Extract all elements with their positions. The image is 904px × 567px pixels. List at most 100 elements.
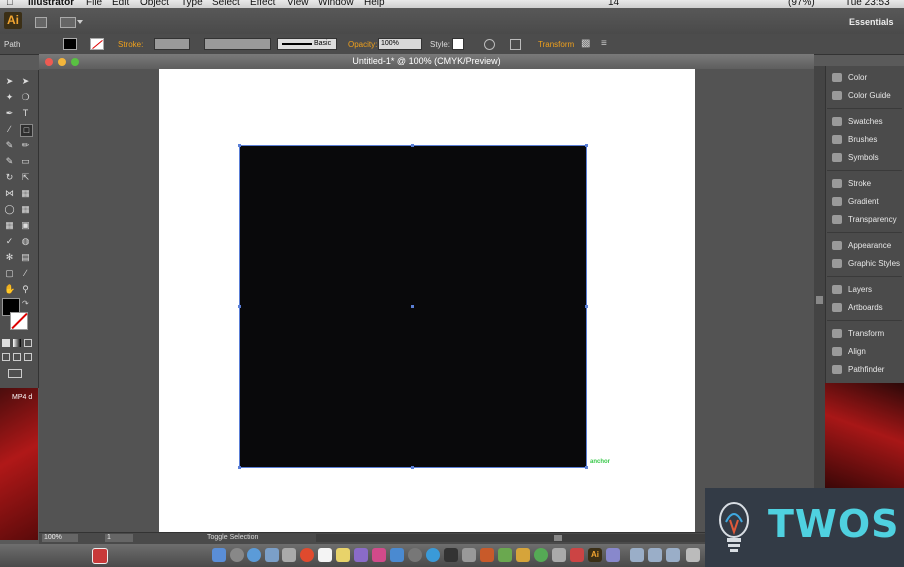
rotate-tool-icon[interactable]: ↻ bbox=[4, 172, 15, 183]
workspace-switcher[interactable]: Essentials bbox=[849, 17, 894, 27]
calendar-icon[interactable] bbox=[318, 548, 332, 562]
scale-tool-icon[interactable]: ⇱ bbox=[20, 172, 31, 183]
chrome-icon[interactable] bbox=[300, 548, 314, 562]
menu-window[interactable]: Window bbox=[318, 0, 354, 8]
align-to-icon[interactable] bbox=[510, 39, 521, 50]
zoom-level-field[interactable]: 100% bbox=[42, 534, 78, 542]
paintbrush-tool-icon[interactable]: ✎ bbox=[4, 140, 15, 151]
system-preferences-icon[interactable] bbox=[408, 548, 422, 562]
zoom-window-button[interactable] bbox=[71, 58, 79, 66]
menu-app-name[interactable]: Illustrator bbox=[28, 0, 74, 8]
graphic-style-swatch[interactable] bbox=[452, 38, 464, 50]
opacity-label[interactable]: Opacity: bbox=[348, 40, 377, 49]
photoshop-icon[interactable] bbox=[570, 548, 584, 562]
panel-transparency[interactable]: Transparency bbox=[832, 213, 897, 227]
lasso-tool-icon[interactable]: ❍ bbox=[20, 92, 31, 103]
stroke-color-box[interactable] bbox=[10, 312, 28, 330]
draw-behind-icon[interactable] bbox=[13, 353, 21, 361]
scrollbar-thumb[interactable] bbox=[816, 296, 823, 304]
artboard-number-field[interactable]: 1 bbox=[105, 534, 133, 542]
launchpad-icon[interactable] bbox=[230, 548, 244, 562]
blob-brush-tool-icon[interactable]: ✎ bbox=[4, 156, 15, 167]
brush-definition-field[interactable]: Basic bbox=[277, 38, 337, 50]
vertical-scrollbar[interactable] bbox=[814, 66, 825, 544]
menu-object[interactable]: Object bbox=[140, 0, 169, 8]
stroke-weight-field[interactable] bbox=[154, 38, 190, 50]
desktop-file-label[interactable]: MP4 d bbox=[12, 394, 32, 401]
panel-stroke[interactable]: Stroke bbox=[832, 177, 871, 191]
apple-menu-icon[interactable]:  bbox=[6, 0, 14, 8]
battery-status[interactable]: (97%) bbox=[788, 0, 815, 8]
column-graph-tool-icon[interactable]: ▤ bbox=[20, 252, 31, 263]
photos-icon[interactable] bbox=[498, 548, 512, 562]
panel-align[interactable]: Align bbox=[832, 345, 866, 359]
skype-icon[interactable] bbox=[426, 548, 440, 562]
stroke-label[interactable]: Stroke: bbox=[118, 40, 143, 49]
trash-icon[interactable] bbox=[686, 548, 700, 562]
slice-tool-icon[interactable]: ∕ bbox=[20, 268, 31, 279]
menu-options-icon[interactable]: ≡ bbox=[601, 38, 607, 49]
mesh-tool-icon[interactable]: ▦ bbox=[4, 220, 15, 231]
clock[interactable]: Tue 23:53 bbox=[845, 0, 890, 8]
isolate-selected-icon[interactable]: ▩ bbox=[581, 38, 590, 49]
panel-swatches[interactable]: Swatches bbox=[832, 115, 883, 129]
selection-handle[interactable] bbox=[585, 466, 588, 469]
close-window-button[interactable] bbox=[45, 58, 53, 66]
opacity-field[interactable]: 100% bbox=[378, 38, 422, 50]
itunes-icon[interactable] bbox=[354, 548, 368, 562]
menu-select[interactable]: Select bbox=[212, 0, 240, 8]
gradient-mode-icon[interactable] bbox=[13, 339, 21, 347]
safari-icon[interactable] bbox=[247, 548, 261, 562]
swap-fill-stroke-icon[interactable]: ↷ bbox=[22, 299, 29, 308]
panel-layers[interactable]: Layers bbox=[832, 283, 872, 297]
photo-booth-icon[interactable] bbox=[372, 548, 386, 562]
pdf-document-icon[interactable] bbox=[92, 548, 108, 564]
eraser-tool-icon[interactable]: ▭ bbox=[20, 156, 31, 167]
selection-handle[interactable] bbox=[411, 466, 414, 469]
facetime-icon[interactable] bbox=[534, 548, 548, 562]
recolor-artwork-icon[interactable] bbox=[484, 39, 495, 50]
notes-icon[interactable] bbox=[336, 548, 350, 562]
quill-icon[interactable] bbox=[606, 548, 620, 562]
downloads-folder-icon[interactable] bbox=[648, 548, 662, 562]
free-transform-tool-icon[interactable]: ▦ bbox=[20, 188, 31, 199]
arrange-documents-button[interactable] bbox=[60, 17, 76, 28]
minimize-window-button[interactable] bbox=[58, 58, 66, 66]
panel-pathfinder[interactable]: Pathfinder bbox=[832, 363, 884, 377]
documents-folder-icon[interactable] bbox=[630, 548, 644, 562]
stroke-swatch[interactable] bbox=[90, 38, 104, 50]
contacts-icon[interactable] bbox=[282, 548, 296, 562]
transform-link[interactable]: Transform bbox=[538, 40, 574, 49]
ibooks-icon[interactable] bbox=[516, 548, 530, 562]
panel-artboards[interactable]: Artboards bbox=[832, 301, 883, 315]
panel-symbols[interactable]: Symbols bbox=[832, 151, 879, 165]
draw-inside-icon[interactable] bbox=[24, 353, 32, 361]
line-tool-icon[interactable]: ∕ bbox=[4, 124, 15, 135]
selection-handle[interactable] bbox=[238, 144, 241, 147]
menu-view[interactable]: View bbox=[287, 0, 309, 8]
pencil-tool-icon[interactable]: ✏ bbox=[20, 140, 31, 151]
artboard-tool-icon[interactable]: ▢ bbox=[4, 268, 15, 279]
zoom-tool-icon[interactable]: ⚲ bbox=[20, 284, 31, 295]
applications-folder-icon[interactable] bbox=[666, 548, 680, 562]
gradient-tool-icon[interactable]: ▣ bbox=[20, 220, 31, 231]
finder-icon[interactable] bbox=[212, 548, 226, 562]
preview-icon[interactable] bbox=[462, 548, 476, 562]
menu-effect[interactable]: Effect bbox=[250, 0, 275, 8]
utility-icon[interactable] bbox=[552, 548, 566, 562]
mail-icon[interactable] bbox=[265, 548, 279, 562]
type-tool-icon[interactable]: T bbox=[20, 108, 31, 119]
color-mode-icon[interactable] bbox=[2, 339, 10, 347]
direct-selection-tool-icon[interactable]: ➤ bbox=[20, 76, 31, 87]
perspective-grid-tool-icon[interactable]: ▦ bbox=[20, 204, 31, 215]
panel-gradient[interactable]: Gradient bbox=[832, 195, 879, 209]
menu-help[interactable]: Help bbox=[364, 0, 385, 8]
fill-swatch[interactable] bbox=[63, 38, 77, 50]
variable-width-profile[interactable] bbox=[204, 38, 271, 50]
shape-builder-tool-icon[interactable]: ◯ bbox=[4, 204, 15, 215]
panel-appearance[interactable]: Appearance bbox=[832, 239, 891, 253]
panel-transform[interactable]: Transform bbox=[832, 327, 884, 341]
symbol-sprayer-tool-icon[interactable]: ✻ bbox=[4, 252, 15, 263]
hand-tool-icon[interactable]: ✋ bbox=[4, 284, 15, 295]
menu-type[interactable]: Type bbox=[181, 0, 203, 8]
